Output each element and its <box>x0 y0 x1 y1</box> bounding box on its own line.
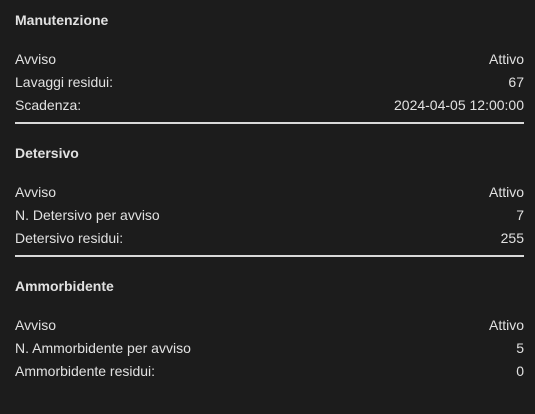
section-title-manutenzione: Manutenzione <box>15 12 109 28</box>
row-label: Ammorbidente residui: <box>15 362 156 379</box>
section-title-ammorbidente: Ammorbidente <box>15 278 114 294</box>
row-value: 255 <box>500 229 524 246</box>
row-label: Avviso <box>15 183 56 200</box>
row-value: 0 <box>516 362 524 379</box>
row-detersivo-per-avviso: N. Detersivo per avviso 7 <box>15 203 524 226</box>
row-value: 7 <box>516 206 524 223</box>
row-value: Attivo <box>488 50 524 67</box>
row-label: Scadenza: <box>15 96 82 113</box>
row-manutenzione-avviso: Avviso Attivo <box>15 47 524 70</box>
row-label: Avviso <box>15 316 56 333</box>
row-value: 67 <box>508 73 524 90</box>
row-detersivo-avviso: Avviso Attivo <box>15 180 524 203</box>
row-label: Avviso <box>15 50 56 67</box>
row-label: Lavaggi residui: <box>15 73 114 90</box>
maintenance-card: Manutenzione Avviso Attivo Lavaggi resid… <box>0 0 535 414</box>
row-label: N. Detersivo per avviso <box>15 206 160 223</box>
row-value: 2024-04-05 12:00:00 <box>394 96 524 113</box>
section-title-detersivo: Detersivo <box>15 145 79 161</box>
row-value: Attivo <box>488 316 524 333</box>
row-detersivo-residui: Detersivo residui: 255 <box>15 226 524 249</box>
row-value: Attivo <box>488 183 524 200</box>
row-ammorbidente-residui: Ammorbidente residui: 0 <box>15 359 524 382</box>
row-value: 5 <box>516 339 524 356</box>
row-scadenza: Scadenza: 2024-04-05 12:00:00 <box>15 93 524 116</box>
row-ammorbidente-per-avviso: N. Ammorbidente per avviso 5 <box>15 336 524 359</box>
row-label: Detersivo residui: <box>15 229 124 246</box>
row-ammorbidente-avviso: Avviso Attivo <box>15 313 524 336</box>
row-label: N. Ammorbidente per avviso <box>15 339 191 356</box>
row-lavaggi-residui: Lavaggi residui: 67 <box>15 70 524 93</box>
